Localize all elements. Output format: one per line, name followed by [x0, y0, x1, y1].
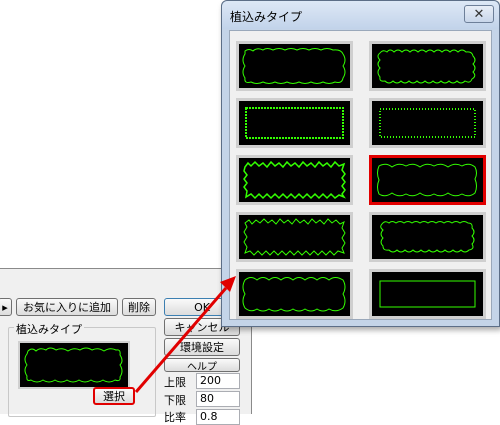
- tile-pattern: [380, 221, 475, 253]
- planting-type-window: 植込みタイプ ✕: [221, 0, 500, 327]
- tile-pattern: [245, 107, 344, 139]
- tile-4-1[interactable]: [236, 212, 353, 262]
- tile-2-2[interactable]: [369, 98, 486, 148]
- ratio-field[interactable]: 0.8: [196, 409, 240, 425]
- help-button[interactable]: ヘルプ: [164, 358, 240, 372]
- tile-1-1[interactable]: [236, 41, 353, 91]
- select-button[interactable]: 選択: [93, 387, 135, 405]
- tile-pattern: [379, 280, 476, 308]
- tile-pattern: [243, 160, 346, 200]
- upper-limit-label: 上限: [164, 376, 186, 389]
- planting-preview: [18, 341, 130, 389]
- window-title: 植込みタイプ: [230, 10, 303, 24]
- tile-pattern: [243, 218, 346, 256]
- lower-limit-field[interactable]: 80: [196, 391, 240, 407]
- tile-5-1[interactable]: [236, 269, 353, 319]
- tile-pattern: [377, 49, 476, 84]
- tile-1-2[interactable]: [369, 41, 486, 91]
- upper-limit-field[interactable]: 200: [196, 373, 240, 389]
- tile-pattern: [377, 163, 477, 197]
- tile-3-2-selected[interactable]: [369, 155, 486, 205]
- delete-button[interactable]: 削除: [122, 298, 156, 316]
- env-settings-button[interactable]: 環境設定: [164, 338, 240, 356]
- planting-type-group-title: 植込みタイプ: [14, 321, 84, 337]
- lower-limit-label: 下限: [164, 394, 186, 407]
- window-titlebar[interactable]: 植込みタイプ ✕: [222, 1, 499, 29]
- tile-pattern: [242, 277, 346, 312]
- tile-4-2[interactable]: [369, 212, 486, 262]
- tile-2-1[interactable]: [236, 98, 353, 148]
- tile-5-2[interactable]: [369, 269, 486, 319]
- scroll-left-button[interactable]: ▸: [0, 298, 12, 316]
- ratio-label: 比率: [164, 411, 186, 424]
- close-icon[interactable]: ✕: [464, 5, 494, 23]
- tile-3-1[interactable]: [236, 155, 353, 205]
- planting-preview-image: [24, 347, 123, 383]
- tile-pattern: [242, 48, 346, 84]
- property-dialog: ▸ お気に入りに追加 削除 OK 植込みタイプ 選択 キャンセル 環境設定 ヘル…: [0, 268, 252, 425]
- tile-pattern: [379, 108, 476, 138]
- tile-grid: [229, 30, 492, 320]
- add-favorite-button[interactable]: お気に入りに追加: [16, 298, 118, 316]
